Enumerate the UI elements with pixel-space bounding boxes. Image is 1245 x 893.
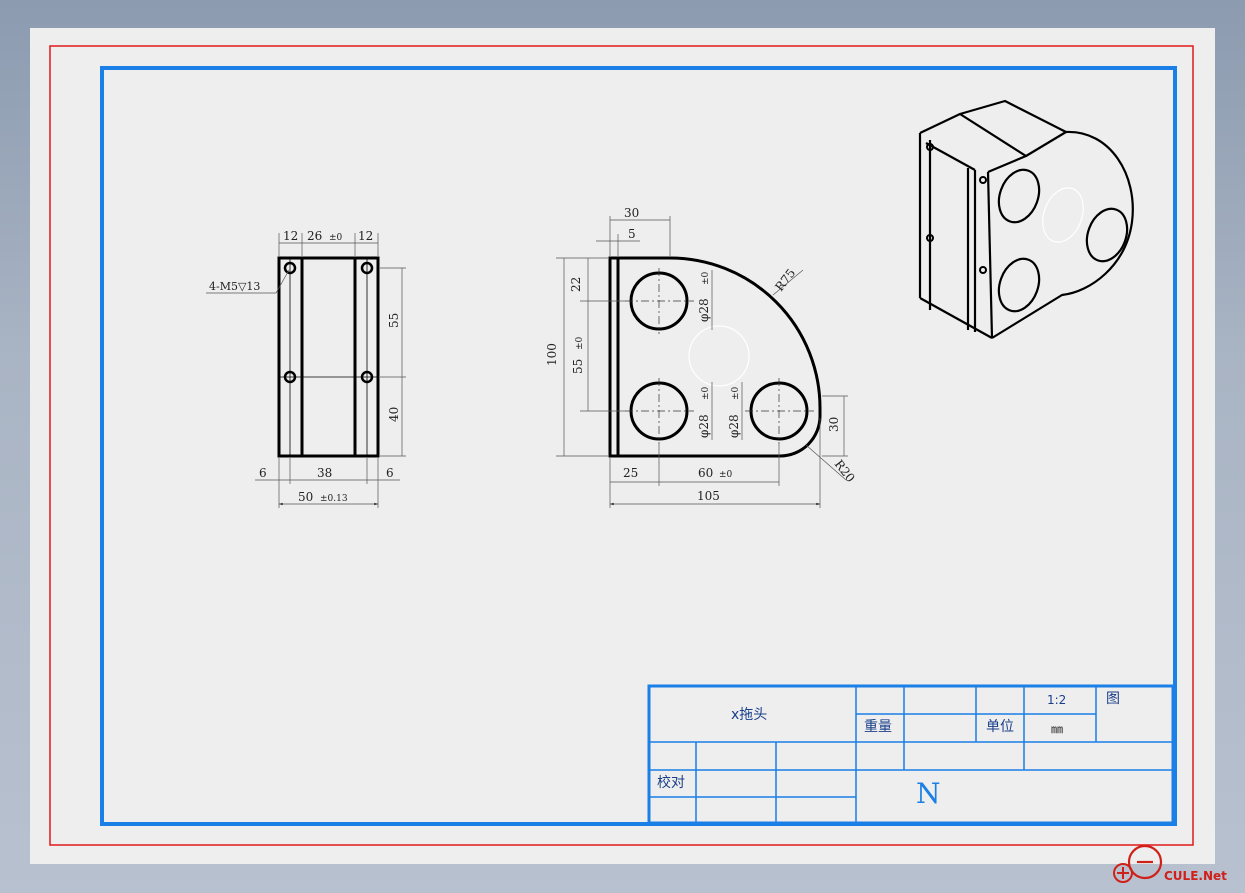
unit-value: ㎜: [1051, 722, 1063, 736]
title-block: [647, 684, 1175, 825]
dim-22: 22: [569, 277, 583, 292]
watermark-text: CULE.Net: [1164, 869, 1227, 883]
weight-label: 重量: [864, 719, 892, 735]
dim-30-right: 30: [827, 417, 841, 432]
dim-26: 26: [307, 229, 322, 243]
unit-label: 单位: [986, 719, 1014, 735]
dim-dia-lower-left-tol: ±0: [701, 386, 711, 400]
dim-60-tol: ±0: [719, 470, 733, 480]
dim-dia-upper: φ28: [697, 298, 711, 322]
dim-105: 105: [697, 489, 720, 503]
dim-6-left: 6: [259, 466, 267, 480]
dim-dia-lower-right-tol: ±0: [731, 386, 741, 400]
dim-55-left: 55: [571, 359, 585, 374]
dim-55-left-tol: ±0: [575, 336, 585, 350]
dim-dia-upper-tol: ±0: [701, 271, 711, 285]
cad-drawing-canvas: 12 26 ±0 12 4-M5▽13 55 40 6 38 6 50 ±0.1…: [30, 28, 1227, 883]
dim-50: 50: [298, 490, 313, 504]
scale-value: 1:2: [1047, 693, 1066, 707]
dim-thread-callout: 4-M5▽13: [209, 280, 260, 293]
dim-26-tol: ±0: [329, 233, 343, 243]
dim-6-right: 6: [386, 466, 394, 480]
dim-30-top: 30: [624, 206, 639, 220]
dim-50-tol: ±0.13: [320, 494, 348, 504]
dim-12-right: 12: [358, 229, 373, 243]
drawing-label: 图: [1106, 691, 1120, 707]
dim-55-right: 55: [387, 313, 401, 328]
dim-40-right: 40: [387, 407, 401, 422]
material-code: N: [916, 777, 941, 810]
dim-38: 38: [317, 466, 332, 480]
part-name: x拖头: [731, 707, 767, 723]
dim-25: 25: [623, 466, 638, 480]
dim-100: 100: [545, 343, 559, 366]
dim-12-left: 12: [283, 229, 298, 243]
dim-5-top: 5: [628, 227, 636, 241]
dim-dia-lower-right: φ28: [727, 414, 741, 438]
dim-dia-lower-left: φ28: [697, 414, 711, 438]
check-label: 校对: [657, 774, 685, 791]
dim-60: 60: [698, 466, 713, 480]
